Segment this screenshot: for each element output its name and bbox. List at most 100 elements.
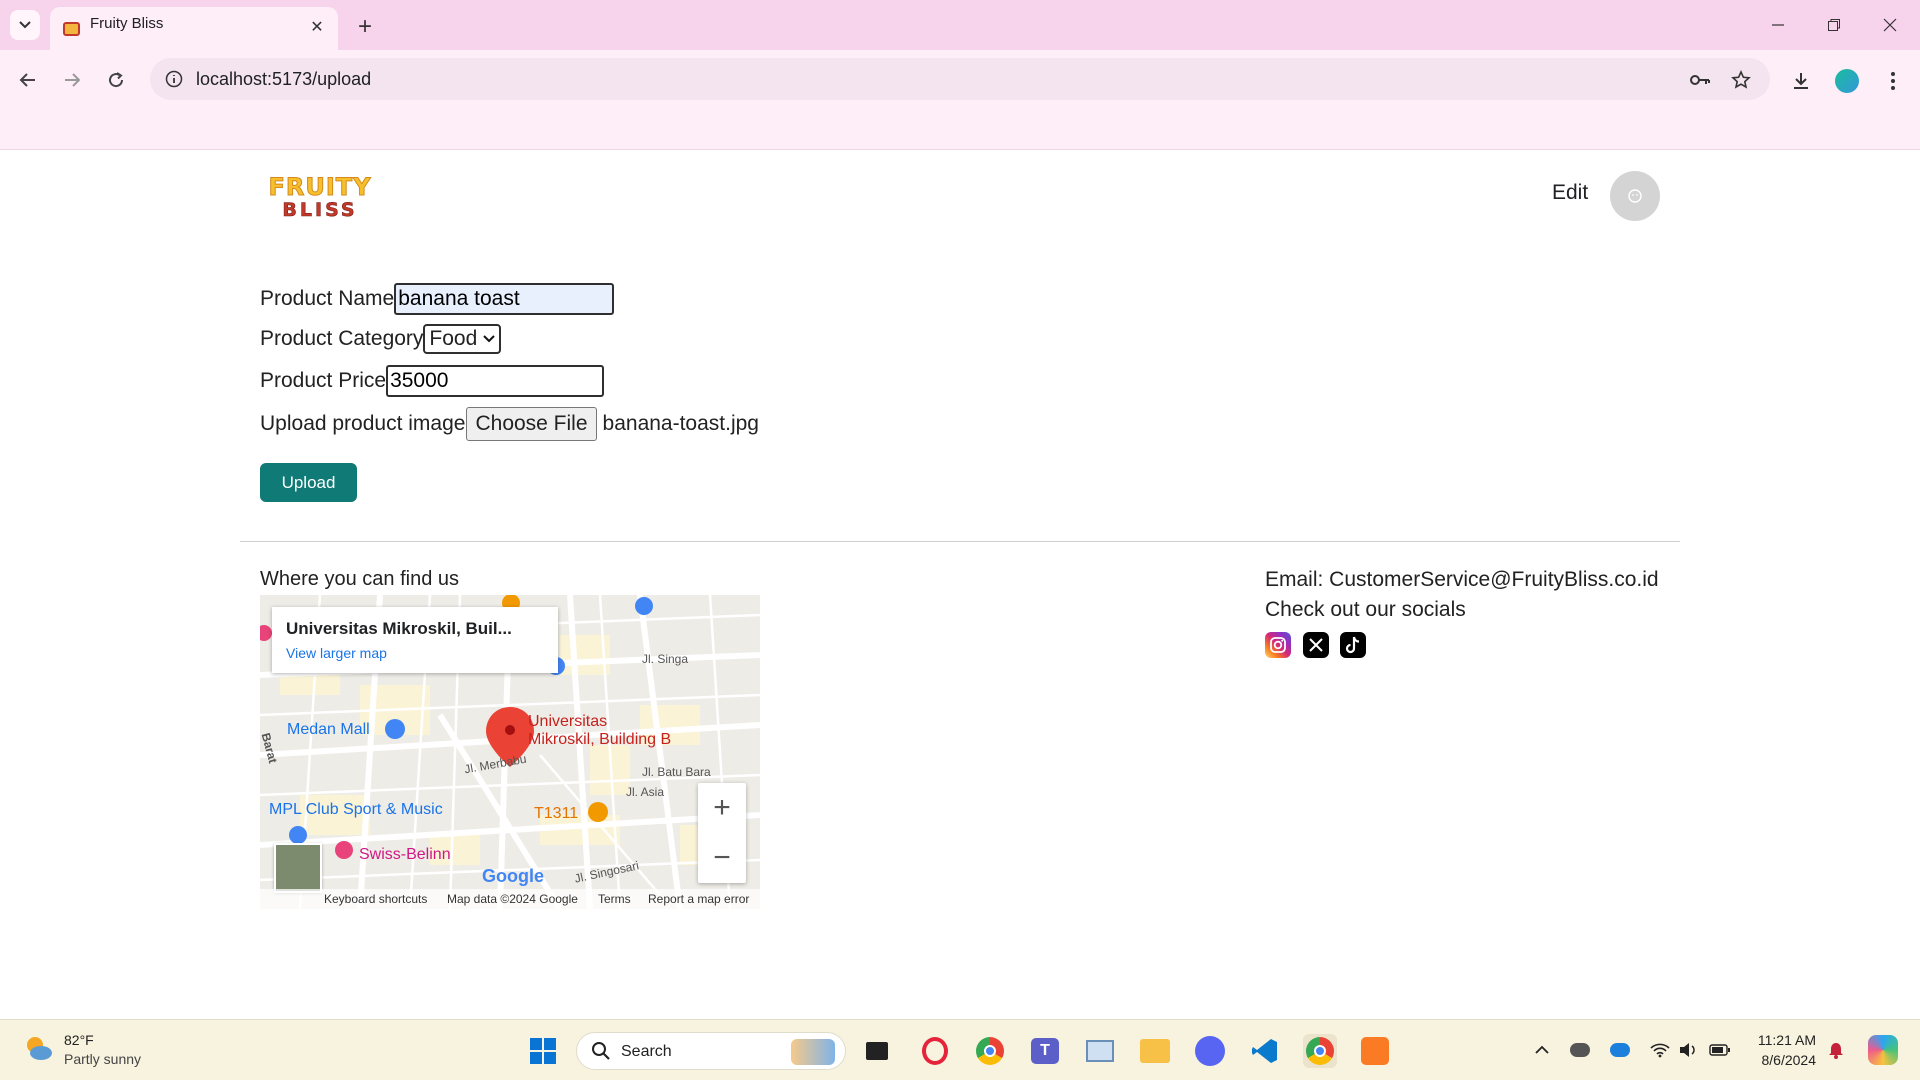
bookmark-star-icon[interactable] bbox=[1728, 67, 1754, 93]
opera-icon[interactable] bbox=[918, 1034, 952, 1068]
user-avatar[interactable] bbox=[1610, 171, 1660, 221]
tab-search-button[interactable] bbox=[10, 10, 40, 40]
chevron-down-icon bbox=[19, 21, 31, 29]
x-twitter-icon[interactable] bbox=[1303, 632, 1329, 658]
product-image-label: Upload product image bbox=[260, 412, 466, 435]
download-icon[interactable] bbox=[1786, 66, 1816, 96]
footer-divider bbox=[240, 541, 1680, 542]
chrome-active-icon[interactable] bbox=[1303, 1034, 1337, 1068]
browser-toolbar: localhost:5173/upload bbox=[0, 50, 1920, 150]
map-place-title: Universitas Mikroskil, Buil... bbox=[286, 619, 512, 638]
fruity-bliss-logo[interactable]: FRUITY BLISS bbox=[262, 173, 378, 223]
file-explorer-icon[interactable] bbox=[1138, 1034, 1172, 1068]
windows-taskbar: 82°F Partly sunny Search T 11:21 AM 8/6/… bbox=[0, 1019, 1920, 1080]
map-attribution-bar: Keyboard shortcuts Map data ©2024 Google… bbox=[260, 889, 760, 909]
upload-button[interactable]: Upload bbox=[260, 463, 357, 502]
restore-icon[interactable] bbox=[1816, 10, 1852, 40]
google-map-embed[interactable]: Universitas Mikroskil, Buil... View larg… bbox=[260, 595, 760, 909]
taskbar-search-box[interactable]: Search bbox=[576, 1032, 846, 1070]
map-poi-t1311[interactable]: T1311 bbox=[534, 805, 578, 823]
chevron-down-icon bbox=[483, 335, 496, 343]
url-text: localhost:5173/upload bbox=[196, 69, 372, 89]
taskbar-clock-time[interactable]: 11:21 AM bbox=[1752, 1032, 1816, 1048]
google-logo: Google bbox=[482, 866, 544, 886]
onedrive-error-icon[interactable] bbox=[1568, 1038, 1592, 1062]
selected-file-name: banana-toast.jpg bbox=[602, 412, 759, 435]
product-price-label: Product Price bbox=[260, 369, 387, 392]
back-icon[interactable] bbox=[12, 64, 44, 96]
tray-expand-icon[interactable] bbox=[1530, 1038, 1554, 1062]
vscode-icon[interactable] bbox=[1248, 1034, 1282, 1068]
site-info-icon[interactable] bbox=[162, 67, 186, 91]
instagram-icon[interactable] bbox=[1265, 632, 1291, 658]
product-price-input[interactable] bbox=[386, 365, 605, 397]
notification-bell-icon[interactable] bbox=[1824, 1038, 1848, 1062]
taskbar-clock-date[interactable]: 8/6/2024 bbox=[1752, 1052, 1817, 1068]
browser-tab-bar: Fruity Bliss ✕ + bbox=[0, 0, 1920, 50]
page-content: FRUITY BLISS Edit Product Name Product C… bbox=[0, 151, 1920, 1019]
performance-monitor-icon[interactable] bbox=[1083, 1034, 1117, 1068]
find-us-heading: Where you can find us bbox=[260, 568, 459, 590]
product-price-row: Product Price bbox=[260, 365, 605, 397]
map-poi-mpl[interactable]: MPL Club Sport & Music bbox=[269, 801, 443, 819]
menu-kebab-icon[interactable] bbox=[1878, 66, 1908, 96]
tiktok-icon[interactable] bbox=[1340, 632, 1366, 658]
map-data-text: Map data ©2024 Google bbox=[447, 892, 578, 906]
close-tab-icon[interactable]: ✕ bbox=[306, 16, 328, 38]
tab-title: Fruity Bliss bbox=[90, 15, 164, 32]
product-name-row: Product Name bbox=[260, 283, 615, 315]
close-window-icon[interactable] bbox=[1872, 10, 1908, 40]
map-poi-swiss-belinn[interactable]: Swiss-Belinn bbox=[359, 846, 451, 864]
teams-icon[interactable]: T bbox=[1028, 1034, 1062, 1068]
battery-icon[interactable] bbox=[1708, 1038, 1732, 1062]
view-larger-map-link[interactable]: View larger map bbox=[286, 645, 387, 661]
weather-temperature: 82°F bbox=[64, 1032, 94, 1048]
map-place-card: Universitas Mikroskil, Buil... View larg… bbox=[272, 607, 558, 673]
reload-icon[interactable] bbox=[100, 64, 132, 96]
map-street-singa: Jl. Singa bbox=[642, 652, 689, 666]
address-bar[interactable]: localhost:5173/upload bbox=[150, 58, 1770, 100]
product-category-label: Product Category bbox=[260, 327, 424, 350]
report-map-error-link[interactable]: Report a map error bbox=[648, 892, 749, 906]
product-name-input[interactable] bbox=[394, 283, 615, 315]
edit-link[interactable]: Edit bbox=[1552, 181, 1588, 205]
weather-sun-cloud-icon[interactable] bbox=[22, 1032, 54, 1064]
product-category-select[interactable]: Food bbox=[423, 324, 502, 354]
taskbar-search-label: Search bbox=[621, 1043, 672, 1060]
weather-description: Partly sunny bbox=[64, 1051, 142, 1067]
product-category-row: Product Category Food bbox=[260, 324, 502, 354]
volume-icon[interactable] bbox=[1676, 1038, 1700, 1062]
new-tab-button[interactable]: + bbox=[350, 12, 380, 42]
zoom-out-icon[interactable]: − bbox=[698, 833, 746, 883]
minimize-icon[interactable] bbox=[1760, 10, 1796, 40]
avatar-face-icon bbox=[1628, 189, 1642, 203]
terms-link[interactable]: Terms bbox=[598, 892, 631, 906]
password-key-icon[interactable] bbox=[1687, 67, 1713, 93]
discord-icon[interactable] bbox=[1193, 1034, 1227, 1068]
map-zoom-controls: + − bbox=[698, 783, 746, 883]
profile-avatar-icon[interactable] bbox=[1832, 66, 1862, 96]
map-poi-medan-mall[interactable]: Medan Mall bbox=[287, 721, 370, 739]
map-street-batu-bara: Jl. Batu Bara bbox=[642, 765, 711, 779]
wifi-icon[interactable] bbox=[1648, 1038, 1672, 1062]
tab-fruity-bliss[interactable]: Fruity Bliss ✕ bbox=[50, 7, 338, 50]
forward-icon[interactable] bbox=[56, 64, 88, 96]
map-marker-label-2: Mikroskil, Building B bbox=[528, 731, 672, 748]
zoom-in-icon[interactable]: + bbox=[698, 783, 746, 833]
satellite-toggle[interactable] bbox=[274, 843, 322, 893]
category-selected-value: Food bbox=[429, 327, 478, 350]
windows-start-icon[interactable] bbox=[526, 1034, 560, 1068]
search-icon bbox=[592, 1042, 610, 1060]
product-image-row: Upload product image Choose File banana-… bbox=[260, 407, 759, 441]
socials-heading: Check out our socials bbox=[1265, 598, 1466, 621]
task-view-icon[interactable] bbox=[860, 1034, 894, 1068]
xampp-icon[interactable] bbox=[1358, 1034, 1392, 1068]
keyboard-shortcuts-link[interactable]: Keyboard shortcuts bbox=[324, 892, 427, 906]
product-name-label: Product Name bbox=[260, 287, 395, 310]
search-highlight-icon bbox=[791, 1039, 835, 1065]
copilot-icon[interactable] bbox=[1866, 1033, 1900, 1067]
choose-file-button[interactable]: Choose File bbox=[466, 407, 597, 441]
chrome-icon[interactable] bbox=[973, 1034, 1007, 1068]
contact-email: Email: CustomerService@FruityBliss.co.id bbox=[1265, 568, 1659, 591]
onedrive-icon[interactable] bbox=[1608, 1038, 1632, 1062]
